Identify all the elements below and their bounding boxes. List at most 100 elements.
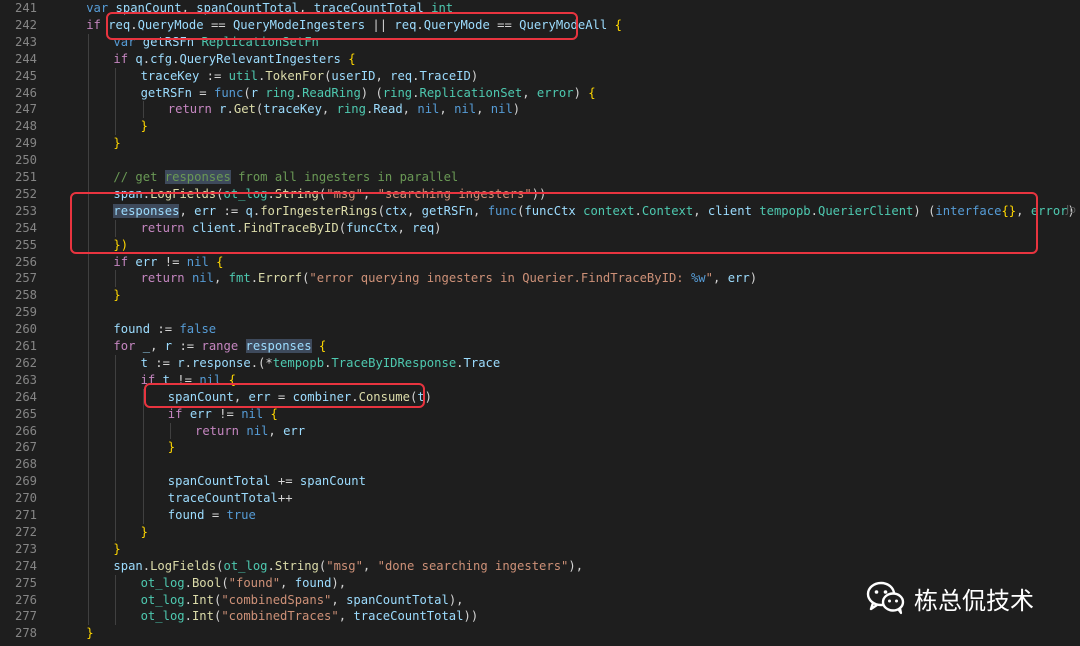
line-number: 261 [14,339,37,353]
code-line[interactable]: 265 if err != nil { [0,406,1080,423]
code-token: ), [448,592,464,607]
code-token: // get [113,170,165,184]
code-token: != [157,254,187,269]
code-token: ) [424,389,433,404]
watermark-text: 栋总侃技术 [914,586,1034,615]
code-token: if [113,51,136,66]
code-token: spanCountTotal [167,474,271,489]
code-line[interactable]: 273} [0,541,1080,558]
code-token: traceCountTotal [353,609,464,624]
indent-guide [142,101,144,119]
code-line[interactable]: 272} [0,524,1080,541]
code-token: ) [749,271,758,286]
code-line[interactable]: 245 traceKey := util.TokenFor(userID, req… [0,68,1080,85]
line-code: } [168,439,175,456]
code-line[interactable]: 268 [0,456,1080,473]
code-line[interactable]: 274 span.LogFields(ot_log.String("msg", "… [0,558,1080,575]
code-token: ReplicationSet [419,85,523,100]
code-token: } [140,524,148,539]
code-token: , [280,575,295,590]
code-token: nil [417,102,440,117]
code-line[interactable]: 270 traceCountTotal++ [0,490,1080,507]
line-number: 242 [14,17,37,32]
code-token: error [536,85,574,100]
indent-guide [142,388,144,524]
code-token: Int [191,592,214,607]
code-line[interactable]: 267} [0,439,1080,456]
code-line[interactable]: 269 spanCountTotal += spanCount [0,473,1080,490]
code-line[interactable]: 247 return r.Get(traceKey, ring.Read, nil… [0,101,1080,118]
line-number: 275 [14,575,37,590]
code-line[interactable]: 278} [0,625,1080,642]
code-line[interactable]: 251 // get responses from all ingesters i… [0,169,1080,186]
code-token: ) ( [360,85,383,100]
code-token: if [86,17,109,32]
code-line[interactable]: 262 t := r.response.(*tempopb.TraceByIDRe… [0,355,1080,372]
line-code: return nil, fmt.Errorf("error querying i… [141,270,757,287]
code-token: = [204,508,227,522]
code-line[interactable]: 250 [0,152,1080,169]
indent-guide [115,574,117,626]
line-number: 270 [14,491,37,506]
code-token: spanCount [299,474,366,489]
code-token: responses [245,339,312,353]
code-token: func [213,85,244,100]
code-token: for [113,339,143,353]
code-line[interactable]: 249} [0,135,1080,152]
wechat-icon [866,581,905,615]
code-token: cfg [150,51,173,66]
line-code: } [141,118,148,135]
line-number: 277 [14,609,37,624]
line-code: t := r.response.(*tempopb.TraceByIDRespo… [141,355,501,372]
line-code: found := false [113,321,216,338]
code-line[interactable]: 266 return nil, err [0,423,1080,440]
code-token: Read [373,102,403,117]
line-code: found = true [168,507,256,524]
code-token: "combinedTraces" [221,609,339,624]
code-token: from all ingesters in parallel [230,170,459,184]
code-token: err [189,406,212,421]
code-line[interactable]: 261 for _, r := range responses { [0,338,1080,355]
code-line[interactable]: 256 if err != nil { [0,254,1080,271]
code-token: ++ [277,491,293,506]
code-editor[interactable]: 241 var spanCount, spanCountTotal, traceC… [0,0,1080,646]
line-code: span.LogFields(ot_log.String("msg", "don… [113,558,583,575]
line-number: 245 [14,68,37,83]
code-token: TraceByIDResponse [331,355,457,370]
code-line[interactable]: 258} [0,287,1080,304]
code-line[interactable]: 244 if q.cfg.QueryRelevantIngesters { [0,51,1080,68]
code-token: nil [490,102,513,117]
line-code: } [113,135,120,152]
line-code: return r.Get(traceKey, ring.Read, nil, n… [168,101,520,118]
line-number: 266 [14,423,37,438]
line-code: // get responses from all ingesters in p… [113,169,458,186]
code-token: ) [470,68,479,83]
line-number: 267 [14,440,37,455]
indent-guide [115,67,117,136]
code-token: TraceID [419,68,471,83]
code-token: Get [233,102,256,117]
code-line[interactable]: 259 [0,304,1080,321]
code-token: QueryRelevantIngesters [179,51,341,66]
code-token: } [113,288,121,303]
code-token: { [318,339,327,353]
code-line[interactable]: 257 return nil, fmt.Errorf("error queryin… [0,270,1080,287]
indent-guide [115,354,117,541]
code-line[interactable]: 260 found := false [0,321,1080,338]
code-token: . [226,102,234,117]
code-token: traceKey [263,102,322,117]
line-number: 253 [14,203,37,218]
code-line[interactable]: 246 getRSFn = func(r ring.ReadRing) (ring… [0,85,1080,102]
code-line[interactable]: 271 found = true [0,507,1080,524]
code-token: Int [191,609,214,624]
line-number: 249 [14,136,37,151]
line-code: } [141,524,148,541]
code-line[interactable]: 248} [0,118,1080,135]
code-token: found [294,575,332,590]
line-number: 272 [14,524,37,539]
line-code: for _, r := range responses { [113,338,326,355]
code-token: = [191,85,214,100]
code-token: ot_log [140,575,185,590]
